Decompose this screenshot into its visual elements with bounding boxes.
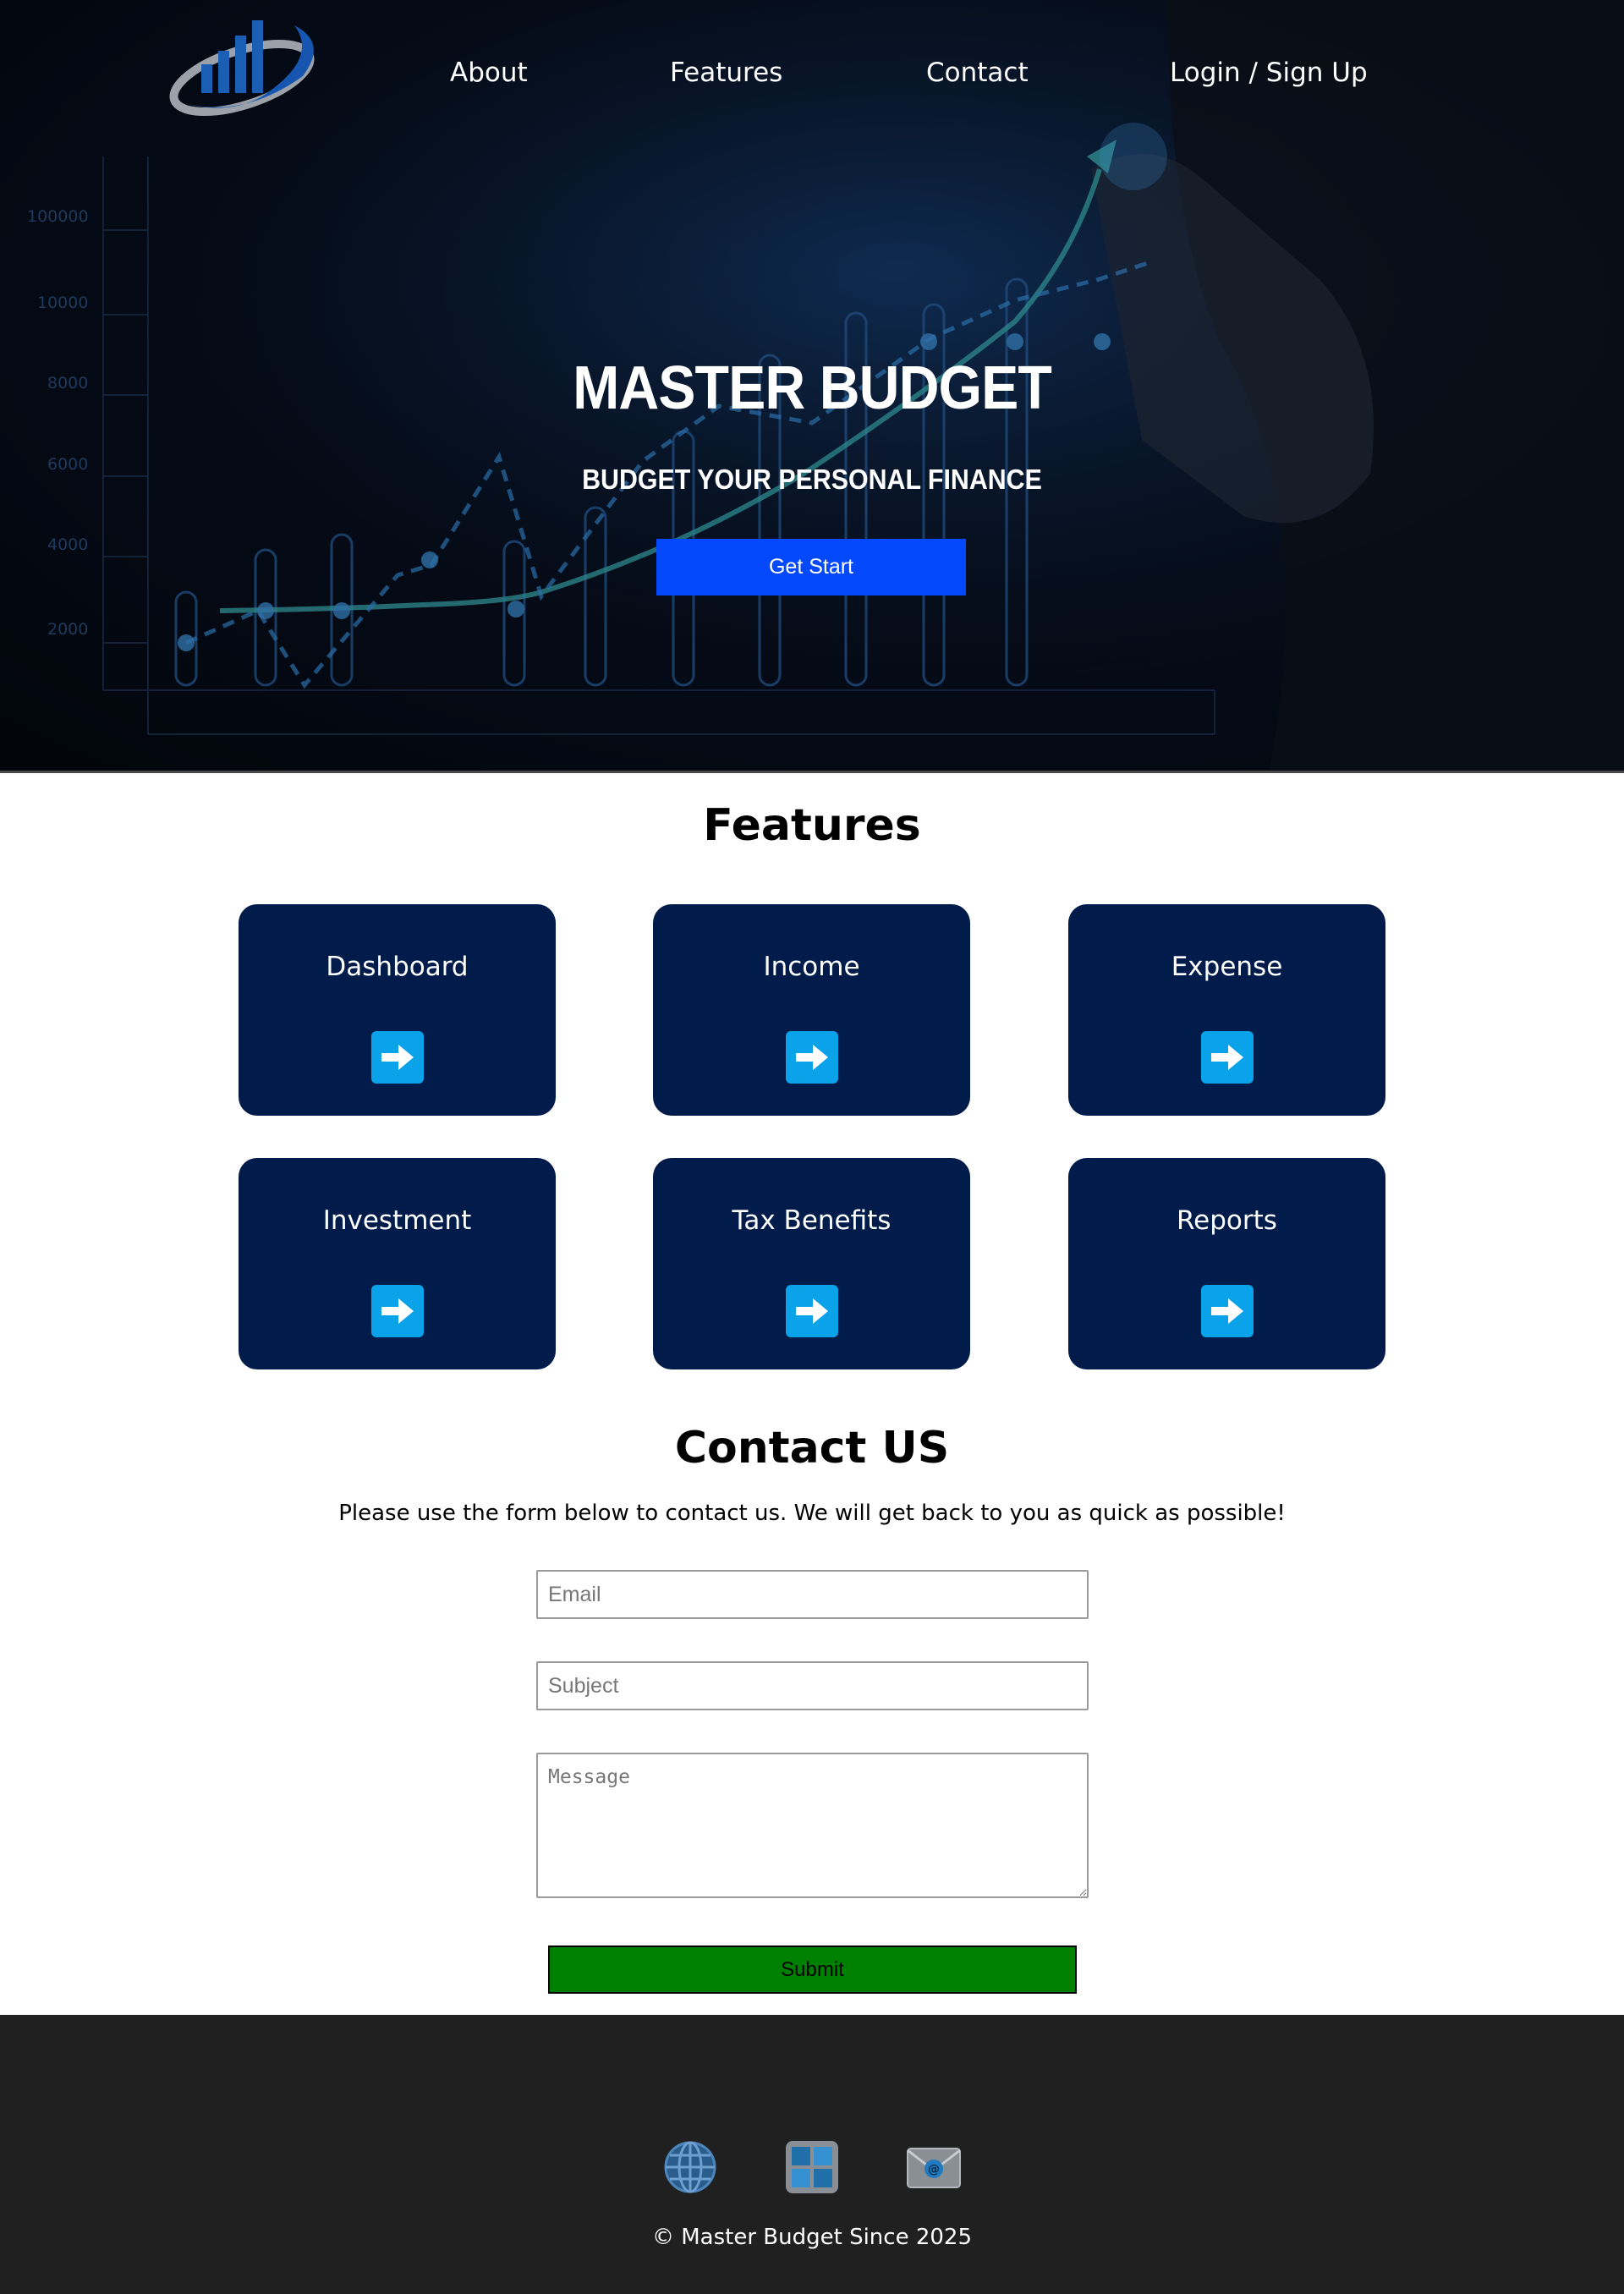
- axis-label: 100000: [27, 207, 89, 226]
- feature-card-label: Reports: [1177, 1205, 1277, 1236]
- submit-button[interactable]: Submit: [548, 1946, 1077, 1994]
- nav-login-signup-link[interactable]: Login / Sign Up: [1170, 58, 1368, 88]
- feature-card-investment[interactable]: Investment: [239, 1158, 556, 1369]
- email-icon[interactable]: @: [905, 2138, 963, 2196]
- arrow-right-icon[interactable]: [786, 1285, 838, 1337]
- feature-card-income[interactable]: Income: [653, 904, 970, 1116]
- feature-card-expense[interactable]: Expense: [1068, 904, 1385, 1116]
- contact-title: Contact US: [674, 1423, 950, 1474]
- feature-card-tax-benefits[interactable]: Tax Benefits: [653, 1158, 970, 1369]
- feature-card-dashboard[interactable]: Dashboard: [239, 904, 556, 1116]
- nav-about-link[interactable]: About: [450, 58, 528, 88]
- svg-text:@: @: [928, 2163, 940, 2176]
- feature-card-reports[interactable]: Reports: [1068, 1158, 1385, 1369]
- hero-title: MASTER BUDGET: [573, 354, 1052, 422]
- features-title: Features: [703, 800, 921, 851]
- nav-features-link[interactable]: Features: [670, 58, 782, 88]
- get-start-button[interactable]: Get Start: [656, 539, 966, 595]
- arrow-right-icon[interactable]: [1201, 1285, 1254, 1337]
- hero-subtitle: BUDGET YOUR PERSONAL FINANCE: [582, 464, 1042, 495]
- footer: @ © Master Budget Since 2025: [0, 2015, 1624, 2294]
- feature-card-label: Dashboard: [326, 952, 469, 982]
- arrow-right-icon[interactable]: [371, 1031, 424, 1084]
- feature-card-label: Income: [763, 952, 860, 982]
- logo[interactable]: [159, 8, 324, 118]
- copyright-text: © Master Budget Since 2025: [651, 2225, 973, 2250]
- feature-card-label: Expense: [1171, 952, 1283, 982]
- contact-description: Please use the form below to contact us.…: [338, 1501, 1286, 1526]
- globe-icon[interactable]: [661, 2138, 719, 2196]
- windows-icon[interactable]: [783, 2138, 841, 2196]
- feature-card-label: Tax Benefits: [732, 1205, 892, 1236]
- axis-label: 10000: [37, 294, 88, 312]
- feature-card-label: Investment: [322, 1205, 472, 1236]
- axis-label: 2000: [47, 620, 88, 639]
- nav-contact-link[interactable]: Contact: [926, 58, 1029, 88]
- subject-field[interactable]: [536, 1661, 1089, 1710]
- arrow-right-icon[interactable]: [1201, 1031, 1254, 1084]
- arrow-right-icon[interactable]: [786, 1031, 838, 1084]
- email-field[interactable]: [536, 1570, 1089, 1619]
- hero-section: 100000 10000 8000 6000 4000 2000 About F…: [0, 0, 1624, 773]
- arrow-right-icon[interactable]: [371, 1285, 424, 1337]
- message-field[interactable]: [536, 1753, 1089, 1898]
- axis-label: 4000: [47, 535, 88, 554]
